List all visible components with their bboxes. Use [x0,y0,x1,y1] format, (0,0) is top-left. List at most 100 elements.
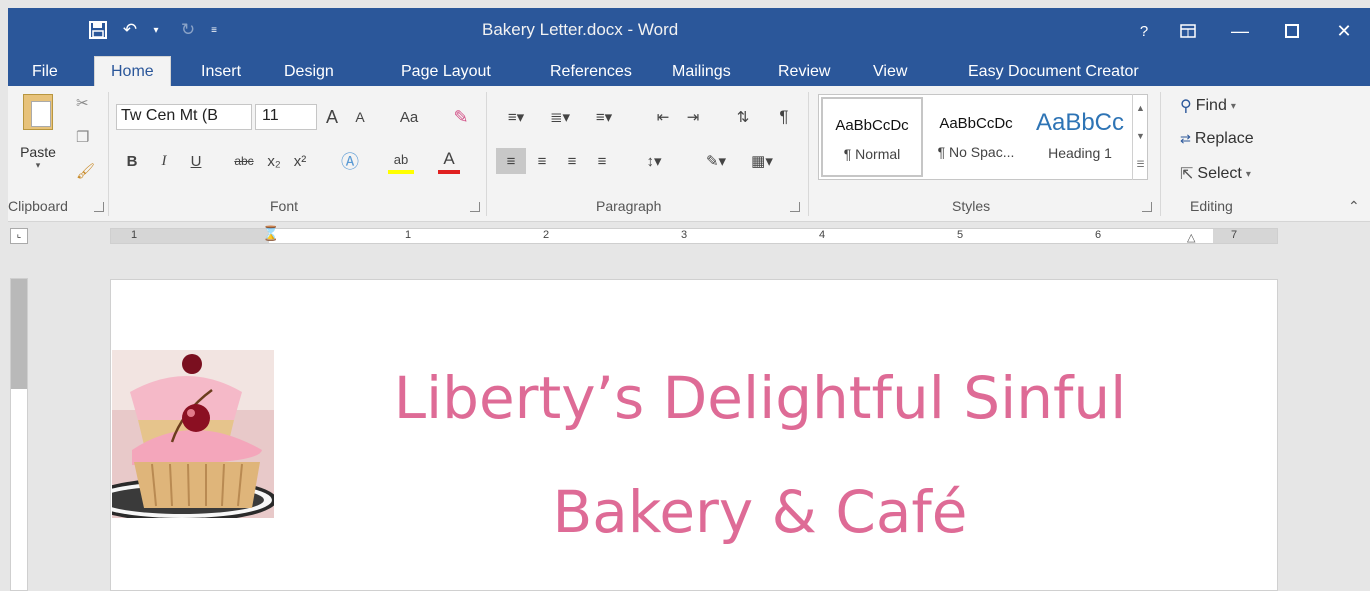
replace-icon: ⇄ [1180,131,1191,146]
style-sample: AaBbCc [1035,109,1125,136]
decrease-indent-icon[interactable]: ⇤ [650,104,676,130]
redo-icon[interactable]: ↻ [174,16,202,44]
tab-selector-icon[interactable]: ⌞ [10,228,28,244]
tab-references[interactable]: References [550,58,632,86]
style-sample: AaBbCcDc [835,117,909,134]
select-button[interactable]: ⇱ Select ▾ [1180,164,1251,184]
paragraph-launcher-icon[interactable] [790,202,800,212]
style-no-spacing[interactable]: AaBbCcDc ¶ No Spac... [925,97,1027,177]
bullets-icon[interactable]: ≡▾ [496,104,536,130]
group-separator [1160,92,1161,216]
clipboard-launcher-icon[interactable] [94,202,104,212]
replace-button[interactable]: ⇄ Replace [1180,130,1254,148]
help-button[interactable]: ? [1126,8,1162,54]
tab-design[interactable]: Design [284,58,334,86]
ruler-number: 2 [543,229,550,241]
gallery-more-icon[interactable]: ☰ [1133,150,1148,178]
font-size-combobox[interactable]: 11 [255,104,317,130]
tab-file[interactable]: File [32,58,58,86]
font-launcher-icon[interactable] [470,202,480,212]
copy-icon[interactable]: ❐ [76,128,89,146]
right-margin-area [1213,229,1277,243]
gallery-down-icon[interactable]: ▼ [1133,122,1148,150]
subscript-button[interactable]: x₂ [264,148,284,174]
undo-dropdown-icon[interactable]: ▾ [142,16,170,44]
window-controls: ? — ✕ [1126,8,1370,54]
shrink-font-button[interactable]: A [348,104,372,130]
find-dropdown-icon[interactable]: ▾ [1231,101,1236,112]
tab-home[interactable]: Home [94,56,171,86]
undo-icon[interactable]: ↶ [116,16,144,44]
ruler-row: ⌞ 1 ⌛ 1 2 3 4 5 6 △ 7 [0,222,1370,250]
word-window: ↶ ▾ ↻ ≡ Bakery Letter.docx - Word ? — ✕ … [0,0,1370,591]
save-icon[interactable] [84,16,112,44]
align-right-icon[interactable]: ≡ [558,148,586,174]
styles-launcher-icon[interactable] [1142,202,1152,212]
horizontal-ruler[interactable]: 1 ⌛ 1 2 3 4 5 6 △ 7 [110,225,1278,244]
tab-review[interactable]: Review [778,58,830,86]
paste-dropdown-icon[interactable]: ▾ [20,160,56,171]
numbering-icon[interactable]: ≣▾ [540,104,580,130]
ruler-number: 1 [405,229,412,241]
ruler-number: 3 [681,229,688,241]
ribbon-display-options-icon[interactable] [1162,8,1214,54]
find-button[interactable]: ⚲ Find ▾ [1180,96,1236,116]
customize-qat-icon[interactable]: ≡ [200,16,228,44]
show-hide-marks-button[interactable]: ¶ [772,104,796,130]
minimize-button[interactable]: — [1214,8,1266,54]
styles-gallery-scroll[interactable]: ▲ ▼ ☰ [1132,94,1148,180]
styles-group-label: Styles [952,198,991,214]
editing-group-label: Editing [1190,198,1233,214]
select-label: Select [1197,165,1242,182]
superscript-button[interactable]: x² [290,148,310,174]
style-normal[interactable]: AaBbCcDc ¶ Normal [821,97,923,177]
highlight-color-button[interactable]: ab [388,148,414,174]
gallery-up-icon[interactable]: ▲ [1133,94,1148,122]
text-effects-icon[interactable]: Ⓐ [336,148,364,174]
format-painter-icon[interactable]: 🖌 [76,162,95,180]
align-center-icon[interactable]: ≡ [528,148,556,174]
strikethrough-button[interactable]: abc [230,148,258,174]
line-spacing-icon[interactable]: ↕▾ [634,148,674,174]
sort-icon[interactable]: ⇅ [730,104,756,130]
tab-view[interactable]: View [873,58,907,86]
justify-icon[interactable]: ≡ [588,148,616,174]
multilevel-list-icon[interactable]: ≡▾ [584,104,624,130]
maximize-button[interactable] [1266,8,1318,54]
bold-button[interactable]: B [122,148,142,174]
style-name: Heading 1 [1048,145,1112,161]
increase-indent-icon[interactable]: ⇥ [680,104,706,130]
vertical-ruler[interactable] [10,278,28,591]
cut-icon[interactable]: ✂ [76,94,89,112]
grow-font-button[interactable]: A [320,104,344,130]
title-bar: ↶ ▾ ↻ ≡ Bakery Letter.docx - Word ? — ✕ [8,8,1370,54]
document-heading-line-1[interactable]: Liberty’s Delightful Sinful [290,363,1230,433]
borders-icon[interactable]: ▦▾ [742,148,782,174]
tab-insert[interactable]: Insert [201,58,241,86]
paste-button[interactable]: Paste ▾ [20,94,56,171]
styles-gallery: AaBbCcDc ¶ Normal AaBbCcDc ¶ No Spac... … [818,94,1148,180]
font-name-combobox[interactable]: Tw Cen Mt (B [116,104,252,130]
right-indent-marker-icon[interactable]: △ [1187,231,1195,244]
top-margin-area [11,279,27,389]
italic-button[interactable]: I [154,148,174,174]
document-heading-line-2[interactable]: Bakery & Café [290,477,1230,547]
underline-button[interactable]: U [186,148,206,174]
select-dropdown-icon[interactable]: ▾ [1246,169,1251,180]
change-case-button[interactable]: Aa [388,104,430,130]
tab-easy-document-creator[interactable]: Easy Document Creator [968,58,1139,86]
tab-page-layout[interactable]: Page Layout [401,58,491,86]
shading-icon[interactable]: ✎▾ [696,148,736,174]
font-color-button[interactable]: A [438,148,460,174]
indent-marker-icon[interactable]: ⌛ [262,225,279,242]
style-name: ¶ Normal [843,146,901,162]
collapse-ribbon-icon[interactable]: ⌃ [1348,198,1360,215]
clear-formatting-icon[interactable]: ✎ [448,104,474,130]
cupcake-image[interactable] [112,350,274,518]
style-heading-1[interactable]: AaBbCc Heading 1 [1029,97,1131,177]
ruler-number: 4 [819,229,826,241]
close-button[interactable]: ✕ [1318,8,1370,54]
align-left-icon[interactable]: ≡ [496,148,526,174]
font-group-label: Font [270,198,299,214]
tab-mailings[interactable]: Mailings [672,58,731,86]
